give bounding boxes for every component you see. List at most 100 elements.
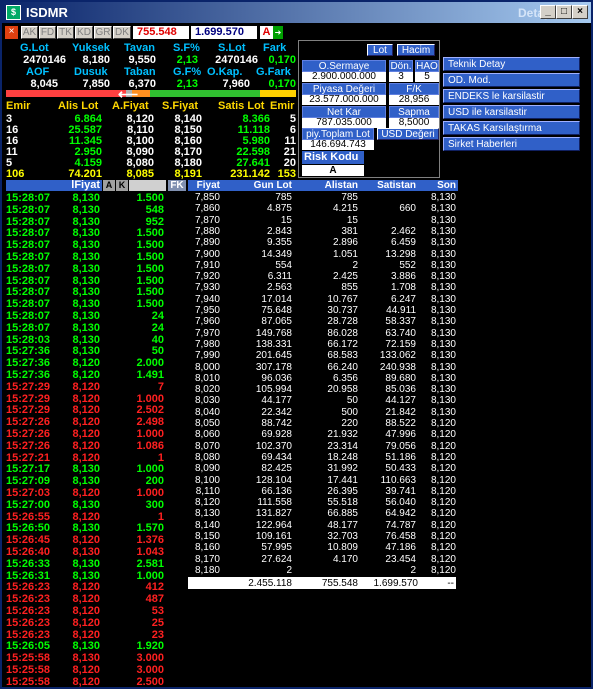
trade-row[interactable]: 15:25:58 8,120 2.500 (6, 676, 186, 687)
header-fiyat[interactable]: Fiyat (188, 180, 220, 191)
depth-row[interactable]: 8,140 122.964 48.177 74.787 8,120 (188, 520, 458, 531)
header-alistan[interactable]: Alistan (304, 180, 358, 191)
depth-row[interactable]: 8,160 57.995 10.809 47.186 8,120 (188, 542, 458, 553)
depth-row[interactable]: 8,100 128.104 17.441 110.663 8,120 (188, 475, 458, 486)
trade-row[interactable]: 15:26:23 8,120 25 (6, 617, 186, 629)
trade-row[interactable]: 15:27:36 8,120 1.491 (6, 369, 186, 381)
depth-row[interactable]: 7,920 6.311 2.425 3.886 8,130 (188, 271, 458, 282)
depth-row[interactable]: 8,130 131.827 66.885 64.942 8,120 (188, 508, 458, 519)
header-gun-lot[interactable]: Gun Lot (238, 180, 292, 191)
depth-row[interactable]: 7,960 87.065 28.728 58.337 8,130 (188, 316, 458, 327)
fk-button[interactable]: FK (168, 180, 186, 191)
arrow-icon[interactable]: ➜ (273, 26, 283, 39)
trades-filter-box[interactable] (129, 180, 166, 191)
trade-row[interactable]: 15:26:23 8,120 53 (6, 605, 186, 617)
trade-row[interactable]: 15:26:31 8,130 1.000 (6, 570, 186, 582)
depth-row[interactable]: 8,080 69.434 18.248 51.186 8,120 (188, 452, 458, 463)
side-button-5[interactable]: Sirket Haberleri (443, 137, 580, 151)
trade-row[interactable]: 15:27:36 8,130 50 (6, 345, 186, 357)
tab-kd[interactable]: KD (75, 26, 93, 39)
header-satistan[interactable]: Satistan (364, 180, 416, 191)
close-button[interactable]: × (572, 5, 588, 19)
side-button-3[interactable]: USD ile karsilastir (443, 105, 580, 119)
trade-row[interactable]: 15:26:23 8,120 23 (6, 629, 186, 641)
depth-row[interactable]: 8,170 27.624 4.170 23.454 8,120 (188, 554, 458, 565)
trade-row[interactable]: 15:28:07 8,130 1.500 (6, 227, 186, 239)
depth-row[interactable]: 7,900 14.349 1.051 13.298 8,130 (188, 249, 458, 260)
sort-a-button[interactable]: A (103, 180, 115, 191)
depth-row[interactable]: 8,030 44.177 50 44.127 8,130 (188, 395, 458, 406)
trade-row[interactable]: 15:26:45 8,120 1.376 (6, 534, 186, 546)
trade-row[interactable]: 15:27:26 8,120 1.086 (6, 440, 186, 452)
depth-row[interactable]: 7,860 4.875 4.215 660 8,130 (188, 203, 458, 214)
maximize-button[interactable]: □ (556, 5, 572, 19)
trade-row[interactable]: 15:28:07 8,130 1.500 (6, 263, 186, 275)
tab-ak[interactable]: AK (21, 26, 38, 39)
tab-dk[interactable]: DK (113, 26, 131, 39)
depth-row[interactable]: 7,970 149.768 86.028 63.740 8,130 (188, 328, 458, 339)
depth-row[interactable]: 7,870 15 15 8,130 (188, 215, 458, 226)
trade-row[interactable]: 15:25:58 8,130 3.000 (6, 652, 186, 664)
trade-row[interactable]: 15:28:07 8,130 548 (6, 204, 186, 216)
trade-row[interactable]: 15:28:07 8,130 24 (6, 310, 186, 322)
tab-gr[interactable]: GR (94, 26, 112, 39)
close-panel-icon[interactable]: × (5, 26, 18, 39)
depth-row[interactable]: 7,880 2.843 381 2.462 8,130 (188, 226, 458, 237)
depth-row[interactable]: 8,020 105.994 20.958 85.036 8,130 (188, 384, 458, 395)
hacim-button[interactable]: Hacim (397, 44, 435, 56)
sort-k-button[interactable]: K (116, 180, 128, 191)
trade-row[interactable]: 15:27:36 8,120 2.000 (6, 357, 186, 369)
trade-row[interactable]: 15:28:07 8,130 1.500 (6, 239, 186, 251)
depth-row[interactable]: 8,150 109.161 32.703 76.458 8,120 (188, 531, 458, 542)
trade-row[interactable]: 15:26:55 8,120 1 (6, 511, 186, 523)
trade-row[interactable]: 15:28:07 8,130 1.500 (6, 275, 186, 287)
trade-row[interactable]: 15:26:50 8,130 1.570 (6, 522, 186, 534)
depth-row[interactable]: 8,010 96.036 6.356 89.680 8,130 (188, 373, 458, 384)
trade-row[interactable]: 15:28:07 8,130 952 (6, 216, 186, 228)
trade-row[interactable]: 15:26:05 8,130 1.920 (6, 640, 186, 652)
lot-button[interactable]: Lot (367, 44, 393, 56)
title-bar[interactable]: $ ISDMR Detay _ □ × (2, 2, 591, 23)
trade-row[interactable]: 15:28:03 8,130 40 (6, 334, 186, 346)
depth-row[interactable]: 8,090 82.425 31.992 50.433 8,120 (188, 463, 458, 474)
depth-row[interactable]: 8,180 2 2 8,120 (188, 565, 458, 576)
side-button-2[interactable]: ENDEKS le karsilastir (443, 89, 580, 103)
trade-row[interactable]: 15:28:07 8,130 1.500 (6, 192, 186, 204)
side-button-4[interactable]: TAKAS Karsılaştırma (443, 121, 580, 135)
depth-row[interactable]: 8,060 69.928 21.932 47.996 8,120 (188, 429, 458, 440)
tab-tk[interactable]: TK (57, 26, 74, 39)
depth-row[interactable]: 7,950 75.648 30.737 44.911 8,130 (188, 305, 458, 316)
trade-row[interactable]: 15:28:07 8,130 1.500 (6, 251, 186, 263)
trade-row[interactable]: 15:27:26 8,120 1.000 (6, 428, 186, 440)
trade-row[interactable]: 15:25:58 8,120 3.000 (6, 664, 186, 676)
trade-row[interactable]: 15:26:23 8,120 412 (6, 581, 186, 593)
trade-row[interactable]: 15:27:29 8,120 1.000 (6, 393, 186, 405)
trade-row[interactable]: 15:27:09 8,130 200 (6, 475, 186, 487)
trade-row[interactable]: 15:27:29 8,120 7 (6, 381, 186, 393)
minimize-button[interactable]: _ (540, 5, 556, 19)
trade-row[interactable]: 15:26:33 8,130 2.581 (6, 558, 186, 570)
trade-row[interactable]: 15:27:00 8,130 300 (6, 499, 186, 511)
depth-row[interactable]: 7,990 201.645 68.583 133.062 8,130 (188, 350, 458, 361)
trade-row[interactable]: 15:27:26 8,120 2.498 (6, 416, 186, 428)
depth-row[interactable]: 7,850 785 785 8,130 (188, 192, 458, 203)
trade-row[interactable]: 15:28:07 8,130 1.500 (6, 298, 186, 310)
depth-row[interactable]: 8,070 102.370 23.314 79.056 8,120 (188, 441, 458, 452)
trade-row[interactable]: 15:27:03 8,120 1.000 (6, 487, 186, 499)
side-button-1[interactable]: OD. Mod. (443, 73, 580, 87)
trade-row[interactable]: 15:26:40 8,130 1.043 (6, 546, 186, 558)
depth-row[interactable]: 8,110 66.136 26.395 39.741 8,120 (188, 486, 458, 497)
usd-degeri-button[interactable]: USD Değeri (377, 128, 439, 140)
depth-row[interactable]: 8,120 111.558 55.518 56.040 8,120 (188, 497, 458, 508)
depth-row[interactable]: 8,040 22.342 500 21.842 8,130 (188, 407, 458, 418)
depth-row[interactable]: 7,910 554 2 552 8,130 (188, 260, 458, 271)
header-son[interactable]: Son (420, 180, 456, 191)
depth-row[interactable]: 8,050 88.742 220 88.522 8,120 (188, 418, 458, 429)
depth-row[interactable]: 7,980 138.331 66.172 72.159 8,130 (188, 339, 458, 350)
depth-row[interactable]: 7,890 9.355 2.896 6.459 8,130 (188, 237, 458, 248)
trade-row[interactable]: 15:28:07 8,130 24 (6, 322, 186, 334)
trade-row[interactable]: 15:27:17 8,130 1.000 (6, 463, 186, 475)
trade-row[interactable]: 15:26:23 8,120 487 (6, 593, 186, 605)
depth-row[interactable]: 8,000 307.178 66.240 240.938 8,130 (188, 362, 458, 373)
trade-row[interactable]: 15:28:07 8,130 1.500 (6, 286, 186, 298)
